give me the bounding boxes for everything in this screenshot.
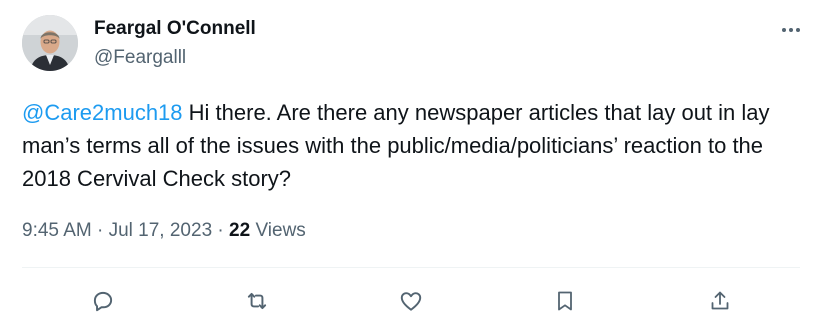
tweet-meta: 9:45 AM · Jul 17, 2023 · 22 Views bbox=[22, 219, 306, 243]
views-count[interactable]: 22 bbox=[229, 220, 250, 241]
meta-separator: · bbox=[212, 220, 230, 241]
divider bbox=[22, 267, 800, 268]
retweet-icon bbox=[247, 292, 267, 310]
views-label: Views bbox=[250, 220, 306, 241]
bookmark-button[interactable] bbox=[551, 287, 579, 315]
meta-separator: · bbox=[91, 220, 109, 241]
tweet-time[interactable]: 9:45 AM bbox=[22, 220, 92, 241]
retweet-button[interactable] bbox=[243, 287, 271, 315]
share-button[interactable] bbox=[706, 287, 734, 315]
tweet-date[interactable]: Jul 17, 2023 bbox=[109, 220, 213, 241]
author-display-name[interactable]: Feargal O'Connell bbox=[94, 17, 256, 41]
like-button[interactable] bbox=[397, 287, 425, 315]
reply-icon bbox=[93, 291, 113, 312]
share-icon bbox=[711, 291, 729, 310]
author-handle[interactable]: @Feargalll bbox=[94, 46, 256, 70]
bookmark-icon bbox=[558, 291, 572, 311]
heart-icon bbox=[400, 292, 422, 311]
tweet-text: @Care2much18 Hi there. Are there any new… bbox=[22, 96, 812, 195]
more-icon bbox=[782, 28, 800, 32]
author-block: Feargal O'Connell @Feargalll bbox=[94, 17, 256, 70]
tweet-card: Feargal O'Connell @Feargalll @Care2much1… bbox=[0, 0, 833, 330]
person-avatar-icon bbox=[22, 15, 78, 71]
mention-link[interactable]: @Care2much18 bbox=[22, 100, 183, 125]
more-options-button[interactable] bbox=[779, 18, 803, 42]
avatar[interactable] bbox=[22, 15, 78, 71]
action-bar bbox=[0, 282, 833, 316]
reply-button[interactable] bbox=[89, 287, 117, 315]
